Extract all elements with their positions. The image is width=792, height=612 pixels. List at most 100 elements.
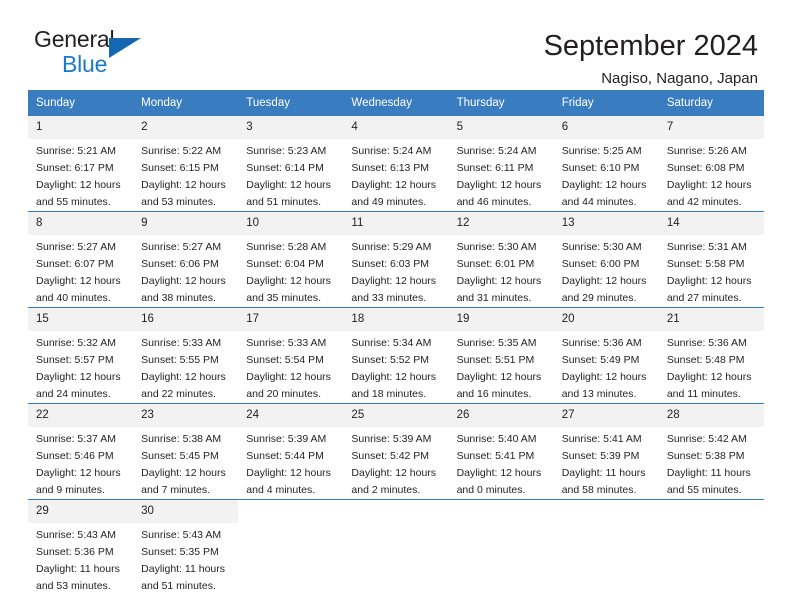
day-detail <box>449 519 554 523</box>
day-detail: Sunrise: 5:41 AM Sunset: 5:39 PM Daylight:… <box>554 427 659 499</box>
daylight-text-line1: Daylight: 12 hours <box>561 371 647 384</box>
page-title: September 2024 <box>543 30 758 62</box>
calendar-day-cell[interactable]: 5 Sunrise: 5:24 AM Sunset: 6:11 PM Daylight… <box>448 116 554 212</box>
calendar-day-cell[interactable]: 14 Sunrise: 5:31 AM Sunset: 5:58 PM Dayligh… <box>658 212 764 308</box>
daylight-text-line1: Daylight: 12 hours <box>246 179 331 192</box>
day-detail: Sunrise: 5:36 AM Sunset: 5:49 PM Daylight:… <box>554 331 659 403</box>
calendar-day-cell[interactable]: 26 Sunrise: 5:40 AM Sunset: 5:41 PM Dayligh… <box>448 404 554 500</box>
general-blue-logo[interactable]: General Blue <box>34 28 164 84</box>
day-detail: Sunrise: 5:31 AM Sunset: 5:58 PM Daylight:… <box>659 235 764 307</box>
calendar-day-cell[interactable]: 7 Sunrise: 5:26 AM Sunset: 6:08 PM Daylight… <box>658 116 764 212</box>
calendar-day-cell[interactable]: 17 Sunrise: 5:33 AM Sunset: 5:54 PM Dayligh… <box>238 308 344 404</box>
calendar-day-cell[interactable]: 6 Sunrise: 5:25 AM Sunset: 6:10 PM Daylight… <box>553 116 659 212</box>
calendar-page: General Blue September 2024 Nagiso, Naga… <box>0 0 792 612</box>
day-number: 29 <box>28 500 134 524</box>
calendar-day-cell[interactable]: 9 Sunrise: 5:27 AM Sunset: 6:06 PM Daylight… <box>133 212 239 308</box>
calendar-day-cell[interactable]: 3 Sunrise: 5:23 AM Sunset: 6:14 PM Daylight… <box>238 116 344 212</box>
day-number: 28 <box>658 404 764 428</box>
calendar-day-cell[interactable]: 29 Sunrise: 5:43 AM Sunset: 5:36 PM Dayligh… <box>28 500 134 596</box>
daylight-text-line2: and 51 minutes. <box>246 196 321 209</box>
daylight-text-line2: and 22 minutes. <box>141 388 216 401</box>
day-detail: Sunrise: 5:24 AM Sunset: 6:13 PM Daylight:… <box>343 139 448 211</box>
day-detail: Sunrise: 5:25 AM Sunset: 6:10 PM Daylight:… <box>554 139 659 211</box>
day-number: 4 <box>343 116 449 140</box>
daylight-text-line2: and 4 minutes. <box>246 484 316 497</box>
day-number: 13 <box>553 212 659 236</box>
sunset-text: Sunset: 6:08 PM <box>666 162 745 175</box>
calendar-day-cell[interactable]: 18 Sunrise: 5:34 AM Sunset: 5:52 PM Dayligh… <box>343 308 449 404</box>
daylight-text-line1: Daylight: 12 hours <box>36 467 121 480</box>
calendar-day-cell[interactable]: 21 Sunrise: 5:36 AM Sunset: 5:48 PM Dayligh… <box>658 308 764 404</box>
sunset-text: Sunset: 6:10 PM <box>561 162 640 175</box>
calendar-day-cell[interactable]: 27 Sunrise: 5:41 AM Sunset: 5:39 PM Dayligh… <box>553 404 659 500</box>
weekday-thursday: Thursday <box>456 97 505 109</box>
calendar-day-cell-empty <box>658 500 764 596</box>
daylight-text-line1: Daylight: 12 hours <box>141 371 226 384</box>
calendar-day-cell[interactable]: 4 Sunrise: 5:24 AM Sunset: 6:13 PM Daylight… <box>343 116 449 212</box>
daylight-text-line2: and 29 minutes. <box>561 292 637 305</box>
calendar-week-row: 8 Sunrise: 5:27 AM Sunset: 6:07 PM Daylight… <box>28 211 764 308</box>
daylight-text-line1: Daylight: 12 hours <box>141 467 226 480</box>
sunrise-text: Sunrise: 5:25 AM <box>561 145 642 158</box>
calendar-day-cell[interactable]: 19 Sunrise: 5:35 AM Sunset: 5:51 PM Dayligh… <box>448 308 554 404</box>
day-detail: Sunrise: 5:32 AM Sunset: 5:57 PM Daylight:… <box>28 331 133 403</box>
sunset-text: Sunset: 5:41 PM <box>456 450 535 463</box>
title-block: September 2024 Nagiso, Nagano, Japan <box>544 28 758 87</box>
day-detail: Sunrise: 5:43 AM Sunset: 5:36 PM Daylight:… <box>28 523 133 595</box>
calendar-day-cell[interactable]: 12 Sunrise: 5:30 AM Sunset: 6:01 PM Dayligh… <box>448 212 554 308</box>
page-subtitle: Nagiso, Nagano, Japan <box>601 70 758 88</box>
day-number: 11 <box>343 212 449 236</box>
calendar-day-cell[interactable]: 15 Sunrise: 5:32 AM Sunset: 5:57 PM Dayligh… <box>28 308 134 404</box>
day-detail: Sunrise: 5:40 AM Sunset: 5:41 PM Daylight:… <box>449 427 554 499</box>
sunrise-text: Sunrise: 5:28 AM <box>246 241 327 254</box>
calendar-day-cell[interactable]: 24 Sunrise: 5:39 AM Sunset: 5:44 PM Dayligh… <box>238 404 344 500</box>
sunset-text: Sunset: 5:44 PM <box>246 450 324 463</box>
daylight-text-line1: Daylight: 12 hours <box>456 467 542 480</box>
daylight-text-line1: Daylight: 12 hours <box>246 467 331 480</box>
calendar-day-cell[interactable]: 20 Sunrise: 5:36 AM Sunset: 5:49 PM Dayligh… <box>553 308 659 404</box>
calendar-day-cell[interactable]: 25 Sunrise: 5:39 AM Sunset: 5:42 PM Dayligh… <box>343 404 449 500</box>
daylight-text-line2: and 16 minutes. <box>456 388 532 401</box>
sunset-text: Sunset: 5:45 PM <box>141 450 219 463</box>
weekday-friday: Friday <box>561 97 594 109</box>
calendar-day-cell[interactable]: 8 Sunrise: 5:27 AM Sunset: 6:07 PM Daylight… <box>28 212 134 308</box>
day-number: 24 <box>238 404 344 428</box>
calendar-week-row: 29 Sunrise: 5:43 AM Sunset: 5:36 PM Dayligh… <box>28 499 764 596</box>
sunset-text: Sunset: 6:17 PM <box>36 162 114 175</box>
calendar-day-cell[interactable]: 30 Sunrise: 5:43 AM Sunset: 5:35 PM Dayligh… <box>133 500 239 596</box>
sunset-text: Sunset: 5:58 PM <box>666 258 745 271</box>
calendar-day-cell[interactable]: 2 Sunrise: 5:22 AM Sunset: 6:15 PM Daylight… <box>133 116 239 212</box>
calendar-day-cell[interactable]: 11 Sunrise: 5:29 AM Sunset: 6:03 PM Dayligh… <box>343 212 449 308</box>
calendar-day-cell[interactable]: 22 Sunrise: 5:37 AM Sunset: 5:46 PM Dayligh… <box>28 404 134 500</box>
calendar-day-cell[interactable]: 1 Sunrise: 5:21 AM Sunset: 6:17 PM Daylight… <box>28 116 134 212</box>
calendar-day-cell[interactable]: 23 Sunrise: 5:38 AM Sunset: 5:45 PM Dayligh… <box>133 404 239 500</box>
sunset-text: Sunset: 6:11 PM <box>456 162 534 175</box>
daylight-text-line1: Daylight: 12 hours <box>456 275 542 288</box>
sunset-text: Sunset: 5:51 PM <box>456 354 535 367</box>
daylight-text-line2: and 33 minutes. <box>351 292 427 305</box>
calendar-day-cell[interactable]: 28 Sunrise: 5:42 AM Sunset: 5:38 PM Dayligh… <box>658 404 764 500</box>
day-number: 23 <box>133 404 239 428</box>
sunset-text: Sunset: 6:04 PM <box>246 258 324 271</box>
daylight-text-line1: Daylight: 11 hours <box>141 563 225 576</box>
sunrise-text: Sunrise: 5:24 AM <box>456 145 537 158</box>
sunrise-text: Sunrise: 5:35 AM <box>456 337 537 350</box>
day-detail: Sunrise: 5:29 AM Sunset: 6:03 PM Daylight:… <box>343 235 448 307</box>
sunrise-text: Sunrise: 5:31 AM <box>666 241 747 254</box>
daylight-text-line2: and 42 minutes. <box>666 196 742 209</box>
day-number: 3 <box>238 116 344 140</box>
day-number: 7 <box>658 116 764 140</box>
sunrise-text: Sunrise: 5:22 AM <box>141 145 222 158</box>
sunrise-text: Sunrise: 5:23 AM <box>246 145 327 158</box>
day-detail: Sunrise: 5:34 AM Sunset: 5:52 PM Daylight:… <box>343 331 448 403</box>
calendar-day-cell[interactable]: 16 Sunrise: 5:33 AM Sunset: 5:55 PM Dayligh… <box>133 308 239 404</box>
daylight-text-line1: Daylight: 12 hours <box>456 371 542 384</box>
daylight-text-line2: and 51 minutes. <box>141 580 216 593</box>
daylight-text-line1: Daylight: 11 hours <box>561 467 646 480</box>
sunrise-text: Sunrise: 5:37 AM <box>36 433 116 446</box>
calendar-day-cell[interactable]: 13 Sunrise: 5:30 AM Sunset: 6:00 PM Dayligh… <box>553 212 659 308</box>
day-number: 21 <box>658 308 764 332</box>
sunset-text: Sunset: 6:07 PM <box>36 258 114 271</box>
calendar-day-cell[interactable]: 10 Sunrise: 5:28 AM Sunset: 6:04 PM Dayligh… <box>238 212 344 308</box>
logo-text-general: General <box>34 26 115 52</box>
